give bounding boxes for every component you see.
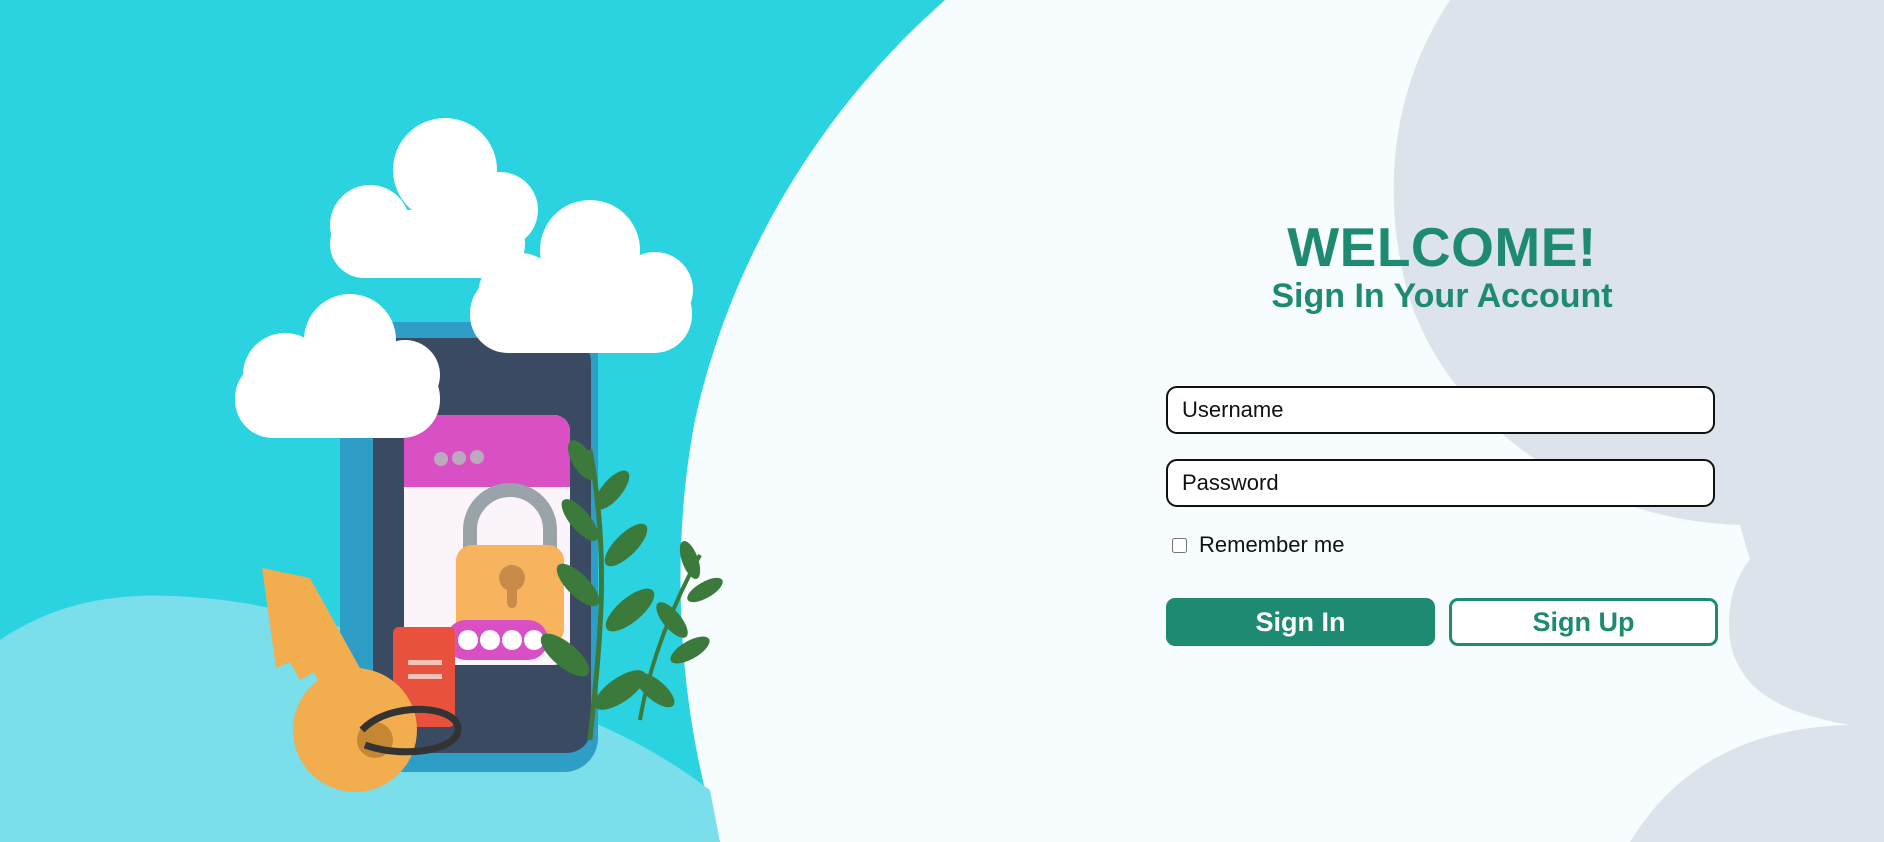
- sign-in-button[interactable]: Sign In: [1166, 598, 1435, 646]
- password-pill-icon: [446, 620, 548, 660]
- username-input[interactable]: [1166, 386, 1715, 434]
- decor-blob-bottom-right-2: [1630, 724, 1884, 842]
- login-page: WELCOME! Sign In Your Account Remember m…: [0, 0, 1884, 842]
- page-subtitle: Sign In Your Account: [1271, 277, 1613, 315]
- sign-up-button[interactable]: Sign Up: [1449, 598, 1718, 646]
- page-title: WELCOME!: [1287, 216, 1597, 278]
- remember-me-checkbox[interactable]: [1172, 537, 1187, 553]
- remember-me-label: Remember me: [1199, 532, 1345, 557]
- password-input[interactable]: [1166, 459, 1715, 507]
- remember-me-option[interactable]: Remember me: [1172, 532, 1718, 558]
- form-actions: Sign In Sign Up: [1166, 598, 1718, 646]
- security-illustration: [235, 118, 723, 792]
- sign-in-form: WELCOME! Sign In Your Account Remember m…: [1166, 216, 1718, 646]
